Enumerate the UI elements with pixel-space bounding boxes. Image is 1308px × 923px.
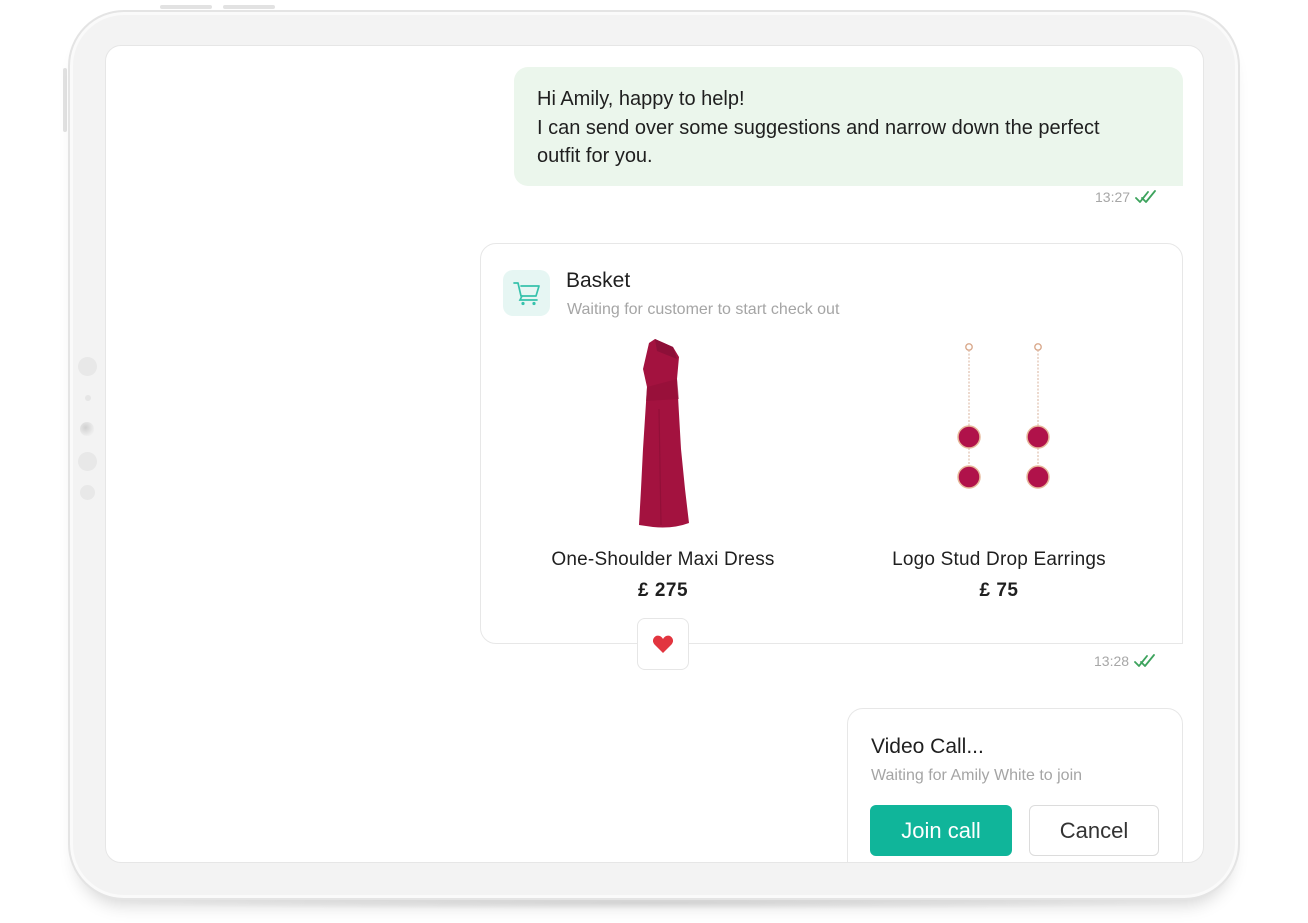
front-camera-lens <box>80 422 94 436</box>
side-button <box>63 68 67 132</box>
outgoing-message-bubble: Hi Amily, happy to help! I can send over… <box>514 67 1183 186</box>
product-name: Logo Stud Drop Earrings <box>892 549 1106 570</box>
timestamp-text: 13:27 <box>1095 189 1131 205</box>
camera-sensor <box>78 452 97 471</box>
join-call-button[interactable]: Join call <box>870 805 1012 856</box>
product-name: One-Shoulder Maxi Dress <box>551 549 775 570</box>
volume-button <box>223 5 275 9</box>
double-check-icon <box>1134 654 1155 667</box>
stage: Hi Amily, happy to help! I can send over… <box>0 0 1308 923</box>
video-call-card: Video Call... Waiting for Amily White to… <box>847 708 1183 862</box>
power-button <box>160 5 212 9</box>
video-call-title: Video Call... <box>871 735 984 758</box>
message-line: outfit for you. <box>537 145 653 167</box>
cart-icon <box>503 270 550 316</box>
video-call-status: Waiting for Amily White to join <box>871 767 1083 784</box>
timestamp-text: 13:28 <box>1094 653 1130 669</box>
message-timestamp: 13:28 <box>1094 653 1156 669</box>
message-line: Hi Amily, happy to help! <box>537 88 745 110</box>
earrings-image <box>839 339 1159 535</box>
product-card[interactable]: One-Shoulder Maxi Dress £ 275 <box>503 339 823 602</box>
light-sensor <box>85 395 91 401</box>
double-check-icon <box>1135 190 1156 203</box>
product-price: £ 75 <box>979 580 1019 601</box>
basket-title: Basket <box>566 269 631 292</box>
camera-sensor <box>78 357 97 376</box>
product-card[interactable]: Logo Stud Drop Earrings £ 75 <box>839 339 1159 602</box>
dress-image <box>503 339 823 535</box>
basket-status: Waiting for customer to start check out <box>567 301 840 318</box>
product-price: £ 275 <box>637 580 689 601</box>
message-timestamp: 13:27 <box>1095 189 1157 205</box>
heart-icon <box>652 635 674 653</box>
microphone <box>80 485 95 500</box>
basket-card: Basket Waiting for customer to start che… <box>480 243 1183 644</box>
favorite-button[interactable] <box>637 618 689 670</box>
cancel-button[interactable]: Cancel <box>1029 805 1159 856</box>
message-line: I can send over some suggestions and nar… <box>537 116 1100 139</box>
chat-screen: Hi Amily, happy to help! I can send over… <box>105 45 1204 863</box>
